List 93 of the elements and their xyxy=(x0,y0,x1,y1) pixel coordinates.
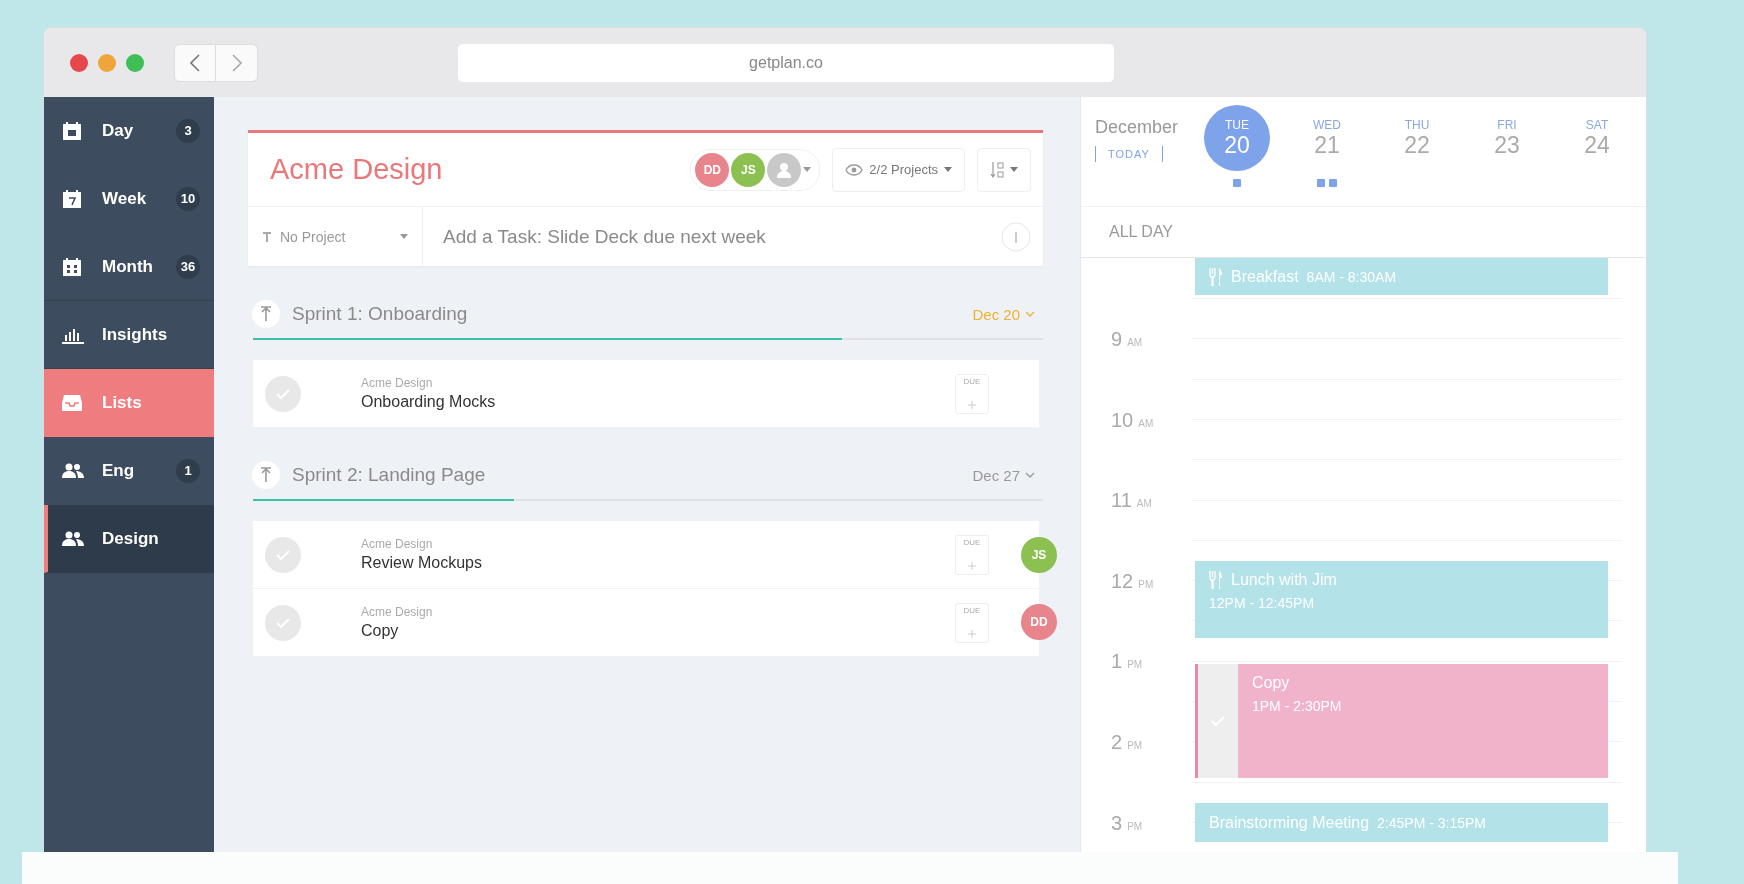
event-title: Copy xyxy=(1252,674,1290,692)
chevron-right-icon xyxy=(231,53,242,72)
address-field[interactable]: getplan.co xyxy=(458,43,1114,82)
count-badge: 36 xyxy=(176,254,200,279)
members-picker[interactable]: DD JS xyxy=(690,148,821,191)
sort-icon xyxy=(990,160,1004,179)
calendar-event[interactable]: Copy 1PM - 2:30PM xyxy=(1195,664,1608,778)
avatar[interactable]: DD xyxy=(695,152,730,187)
pin-icon xyxy=(260,467,272,483)
sort-button[interactable] xyxy=(977,147,1031,192)
day-header[interactable]: THU 22 xyxy=(1384,105,1450,171)
fork-knife-icon xyxy=(1209,571,1223,589)
task-title: Copy xyxy=(361,622,400,640)
caret-icon xyxy=(944,167,952,172)
chevron-left-icon xyxy=(190,53,200,72)
calendar-event[interactable]: Lunch with Jim 12PM - 12:45PM xyxy=(1195,561,1608,638)
avatar[interactable]: DD xyxy=(1021,604,1057,640)
today-button[interactable]: TODAY xyxy=(1095,146,1163,162)
fork-knife-icon xyxy=(1209,267,1223,286)
calendar-icon xyxy=(62,188,82,209)
inbox-icon xyxy=(62,393,82,412)
due-date-button[interactable]: DUE xyxy=(955,534,989,575)
projects-filter[interactable]: 2/2 Projects xyxy=(832,147,965,192)
day-header[interactable]: TUE 20 xyxy=(1204,105,1270,171)
all-day-label: ALL DAY xyxy=(1081,206,1646,258)
due-date-button[interactable]: DUE xyxy=(955,602,989,643)
count-badge: 3 xyxy=(176,118,200,143)
people-icon xyxy=(62,530,84,547)
day-header[interactable]: FRI 23 xyxy=(1474,105,1540,171)
task-title: Onboarding Mocks xyxy=(361,393,497,411)
hour-label: 10 AM xyxy=(1111,408,1154,432)
event-title: Breakfast xyxy=(1231,267,1299,286)
event-time: 1PM - 2:30PM xyxy=(1252,698,1343,714)
close-button[interactable] xyxy=(70,53,88,72)
task-project: Acme Design xyxy=(361,376,434,390)
sidebar-item[interactable]: Month 36 xyxy=(44,233,214,301)
sprint-due-date[interactable]: Dec 27 xyxy=(972,466,1035,484)
month-label: December xyxy=(1095,117,1180,138)
project-title: Acme Design xyxy=(270,153,444,186)
avatar[interactable]: JS xyxy=(1021,536,1057,573)
task-project: Acme Design xyxy=(361,537,434,551)
avatar-icon[interactable] xyxy=(767,152,802,187)
sprint-title: Sprint 2: Landing Page xyxy=(292,464,487,486)
event-time: 8AM - 8:30AM xyxy=(1306,268,1397,285)
sprint-title: Sprint 1: Onboarding xyxy=(292,303,469,325)
plus-icon xyxy=(968,629,976,638)
day-header[interactable]: SAT 24 xyxy=(1564,105,1630,171)
forward-button[interactable] xyxy=(216,43,258,82)
avatar[interactable]: JS xyxy=(731,152,766,187)
caret-icon xyxy=(803,167,812,172)
plus-icon xyxy=(968,561,976,570)
event-title: Lunch with Jim xyxy=(1231,571,1337,589)
event-time: 12PM - 12:45PM xyxy=(1209,595,1316,611)
sidebar-item[interactable]: Week 10 xyxy=(44,165,214,233)
plus-icon xyxy=(968,400,976,409)
sidebar-item[interactable]: Lists xyxy=(44,369,214,437)
event-title: Brainstorming Meeting xyxy=(1209,813,1370,832)
pin-icon xyxy=(260,306,272,322)
minimize-button[interactable] xyxy=(98,53,116,72)
caret-icon xyxy=(1010,167,1018,172)
calendar-icon xyxy=(62,256,82,277)
day-header[interactable]: WED 21 xyxy=(1294,105,1360,171)
people-icon xyxy=(62,462,84,479)
chevron-icon xyxy=(1025,472,1035,478)
chevron-icon xyxy=(1025,311,1035,317)
task-row[interactable]: Acme Design Onboarding Mocks DUE xyxy=(253,360,1039,427)
hour-label: 12 PM xyxy=(1111,569,1154,593)
eye-icon xyxy=(845,163,864,176)
calendar-event[interactable]: Brainstorming Meeting 2:45PM - 3:15PM xyxy=(1195,803,1608,842)
event-time: 2:45PM - 3:15PM xyxy=(1377,814,1486,831)
hour-label: 1 PM xyxy=(1111,650,1143,674)
hour-label: 9 AM xyxy=(1111,328,1143,351)
count-badge: 1 xyxy=(176,458,200,483)
count-badge: 10 xyxy=(176,186,200,211)
hour-label: 11 AM xyxy=(1111,489,1152,513)
hour-label: 2 PM xyxy=(1111,731,1143,754)
sidebar-item[interactable]: Day 3 xyxy=(44,97,214,165)
back-button[interactable] xyxy=(174,43,216,82)
due-date-button[interactable]: DUE xyxy=(955,373,989,414)
project-select[interactable]: No Project xyxy=(248,207,423,266)
pin-icon xyxy=(262,231,272,242)
sprint-due-date[interactable]: Dec 20 xyxy=(972,305,1035,323)
task-title: Review Mockups xyxy=(361,554,483,572)
hour-label: 3 PM xyxy=(1111,811,1143,835)
zoom-button[interactable] xyxy=(126,53,144,72)
calendar-event[interactable]: Breakfast 8AM - 8:30AM xyxy=(1195,258,1608,295)
caret-icon xyxy=(400,234,408,239)
sidebar-item[interactable]: Eng 1 xyxy=(44,437,214,505)
sidebar-item[interactable]: Design xyxy=(44,505,214,573)
task-input-field[interactable]: Add a Task: Slide Deck due next week xyxy=(441,224,1001,249)
info-icon xyxy=(1001,221,1031,252)
calendar-icon xyxy=(62,120,82,141)
task-project: Acme Design xyxy=(361,605,434,619)
